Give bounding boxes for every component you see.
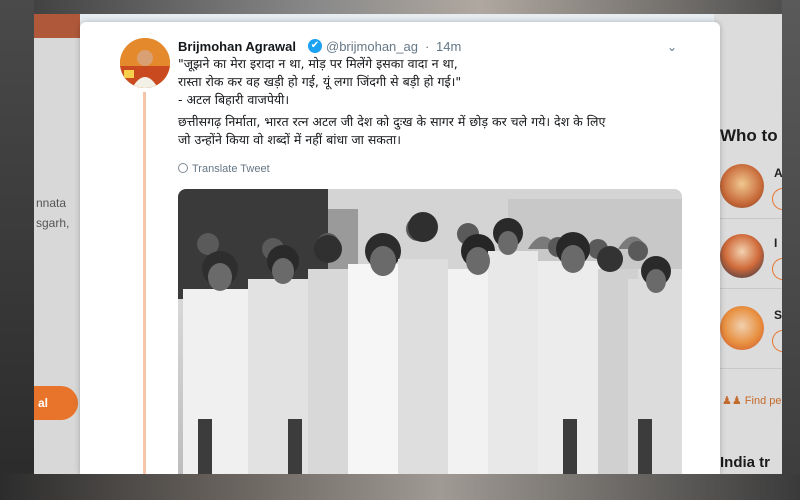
profile-banner xyxy=(34,14,80,38)
suggested-user-name[interactable]: S xyxy=(774,308,782,322)
trends-title: India tr xyxy=(720,454,771,471)
right-sidebar: Who to A I S ♟♟ Find pe India tr xyxy=(714,14,782,474)
divider xyxy=(714,288,782,289)
divider xyxy=(714,218,782,219)
tweet-text-line: - अटल बिहारी वाजपेयी। xyxy=(178,92,290,107)
group-photo-image xyxy=(178,189,682,474)
follow-button[interactable] xyxy=(772,258,782,280)
tweet-photo[interactable] xyxy=(178,189,682,474)
translate-label: Translate Tweet xyxy=(192,163,270,175)
follow-button[interactable] xyxy=(772,188,782,210)
suggested-user-avatar[interactable] xyxy=(720,164,764,208)
suggested-user-name[interactable]: A xyxy=(774,166,782,180)
translate-tweet-link[interactable]: Translate Tweet xyxy=(178,163,270,175)
background-right xyxy=(782,0,800,500)
avatar-photo xyxy=(120,38,170,88)
divider xyxy=(714,368,782,369)
background-left xyxy=(0,0,34,500)
left-panel: nnata sgarh, al xyxy=(34,14,80,474)
tweet-text-line: "जूझने का मेरा इरादा न था, मोड़ पर मिलें… xyxy=(178,56,458,71)
author-handle[interactable]: @brijmohan_ag xyxy=(326,39,418,54)
bio-text-line: nnata xyxy=(36,196,67,210)
find-people-link[interactable]: ♟♟ Find pe xyxy=(722,394,782,407)
tweet-text-line: जो उन्होंने किया वो शब्दों में नहीं बांध… xyxy=(178,132,401,147)
suggested-user-avatar[interactable] xyxy=(720,306,764,350)
who-to-follow-title: Who to xyxy=(720,126,778,145)
left-action-button[interactable]: al xyxy=(34,386,78,420)
background-bottom xyxy=(0,474,800,500)
bio-text-line: sgarh, xyxy=(36,216,70,230)
tweet-text-line: छत्तीसगढ़ निर्माता, भारत रत्न अटल जी देश… xyxy=(178,114,606,129)
background-top xyxy=(0,0,800,14)
meta-separator: · xyxy=(425,39,430,54)
chevron-down-icon[interactable]: ⌄ xyxy=(664,40,680,54)
tweet-card[interactable]: Brijmohan Agrawal ✔ @brijmohan_ag · 14m … xyxy=(80,22,720,474)
globe-icon xyxy=(178,163,188,173)
tweet-timestamp[interactable]: 14m xyxy=(436,39,461,54)
people-icon: ♟♟ xyxy=(722,395,742,407)
follow-button[interactable] xyxy=(772,330,782,352)
suggested-user-avatar[interactable] xyxy=(720,234,764,278)
author-name[interactable]: Brijmohan Agrawal xyxy=(178,39,296,54)
verified-badge-icon: ✔ xyxy=(308,39,322,53)
tweet-text-line: रास्ता रोक कर वह खड़ी हो गई, यूं लगा जिं… xyxy=(178,74,462,89)
author-avatar[interactable] xyxy=(120,38,170,88)
thread-line xyxy=(143,92,146,474)
suggested-user-name[interactable]: I xyxy=(774,236,777,250)
find-people-label: Find pe xyxy=(744,395,782,407)
